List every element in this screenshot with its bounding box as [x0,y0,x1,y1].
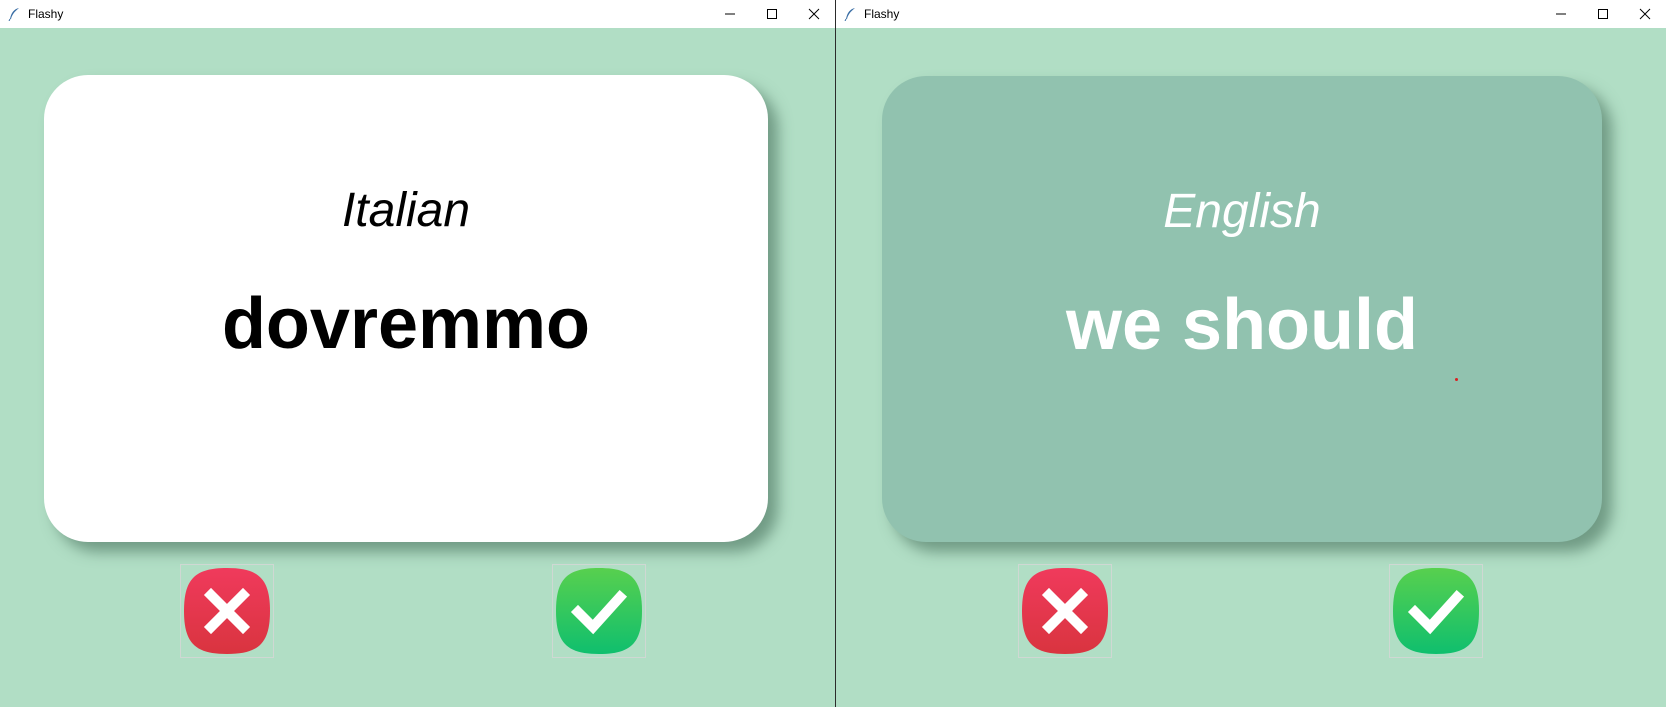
card-word: we should [1065,285,1419,365]
right-button[interactable] [1389,564,1483,658]
close-button[interactable] [1624,0,1666,28]
cross-icon [181,565,273,657]
flashcard-front: Italian dovremmo [44,75,768,542]
wrong-button[interactable] [180,564,274,658]
wrong-button[interactable] [1018,564,1112,658]
flashy-window-front: Flashy Italian dovremmo [0,0,836,707]
close-icon [808,8,820,20]
feather-icon [6,6,22,22]
check-icon [553,565,645,657]
check-icon [1390,565,1482,657]
desktop: Flashy Italian dovremmo Flashy English w… [0,0,1666,710]
feather-icon [842,6,858,22]
minimize-button[interactable] [709,0,751,28]
minimize-button[interactable] [1540,0,1582,28]
flashy-window-back: Flashy English we should [836,0,1666,707]
close-button[interactable] [793,0,835,28]
maximize-icon [767,9,777,19]
minimize-icon [725,13,735,15]
close-icon [1639,8,1651,20]
maximize-button[interactable] [751,0,793,28]
minimize-icon [1556,13,1566,15]
maximize-button[interactable] [1582,0,1624,28]
window-title: Flashy [864,7,900,21]
card-word: dovremmo [221,284,591,364]
cross-icon [1019,565,1111,657]
window-title: Flashy [28,7,64,21]
flashcard-back: English we should [882,76,1602,542]
right-button[interactable] [552,564,646,658]
card-language: Italian [341,184,471,237]
title-bar[interactable]: Flashy [0,0,835,28]
cursor-dot [1455,378,1458,381]
maximize-icon [1598,9,1608,19]
card-language: English [1163,185,1321,238]
title-bar[interactable]: Flashy [836,0,1666,28]
